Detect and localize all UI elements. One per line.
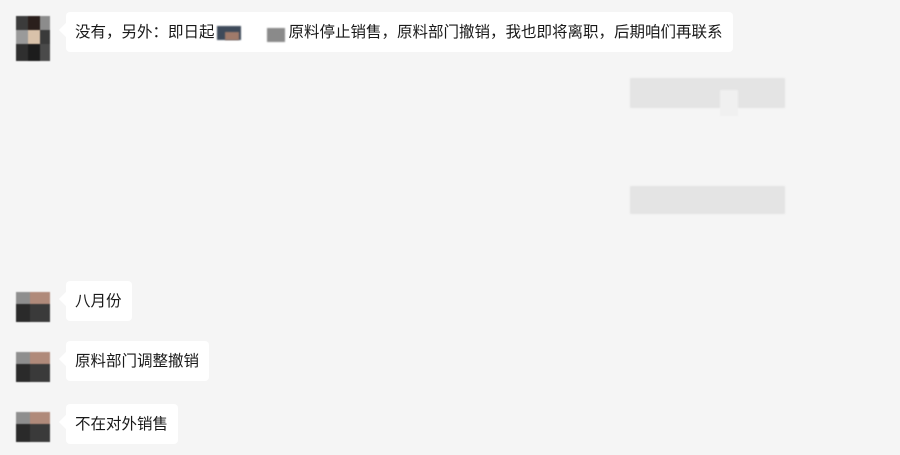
message-bubble[interactable]: 没有，另外：即日起 原料停止销售，原料部门撤销，我也即将离职，后期咱们再联系 [66,12,733,52]
message-text: 不在对外销售 [75,415,169,433]
message-text: 原料停止销售，原料部门撤销，我也即将离职，后期咱们再联系 [288,23,723,41]
message-text: 没有，另外：即日起 [75,23,215,41]
message-bubble[interactable]: 八月份 [66,281,132,321]
message-bubble[interactable]: 原料部门调整撤销 [66,341,210,381]
contact-avatar[interactable] [16,412,50,442]
contact-avatar[interactable] [16,352,50,382]
chat-window: 没有，另外：即日起 原料停止销售，原料部门撤销，我也即将离职，后期咱们再联系 八月… [0,0,900,455]
message-text: 八月份 [75,292,122,310]
message-bubble[interactable]: 不在对外销售 [66,404,179,444]
contact-avatar[interactable] [16,292,50,322]
message-text: 原料部门调整撤销 [75,352,200,370]
contact-avatar[interactable] [16,16,50,61]
redacted-name [215,22,289,42]
